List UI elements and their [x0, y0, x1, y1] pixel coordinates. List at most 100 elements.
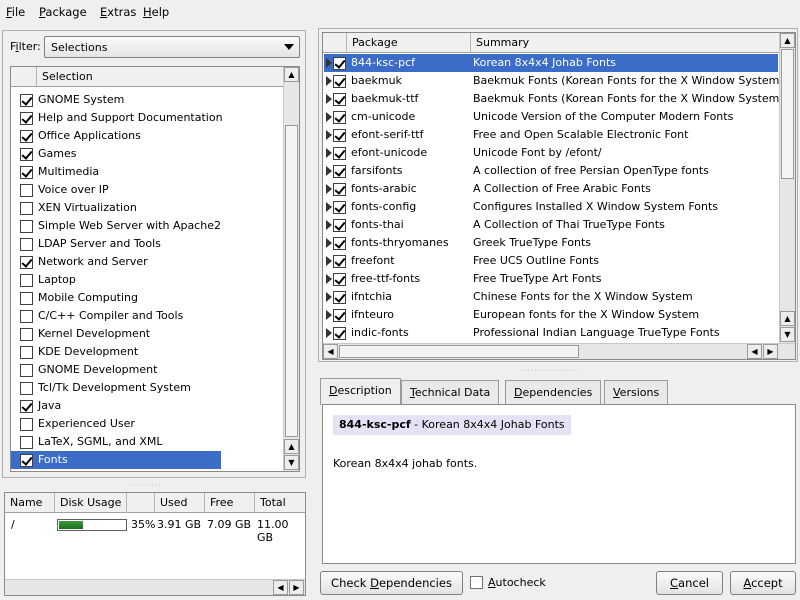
- package-checkbox[interactable]: [333, 129, 346, 142]
- package-checkbox[interactable]: [333, 291, 346, 304]
- check-dependencies-button[interactable]: Check Dependencies: [320, 571, 463, 595]
- selection-item[interactable]: Help and Support Documentation: [11, 109, 281, 127]
- package-column-header[interactable]: Package: [347, 33, 471, 53]
- autocheck-box[interactable]: [470, 576, 483, 589]
- selection-checkbox[interactable]: [20, 274, 33, 287]
- selection-column-header[interactable]: Selection: [37, 67, 283, 87]
- disk-free-header[interactable]: Free: [205, 493, 255, 513]
- selection-item[interactable]: GNOME Development: [11, 361, 281, 379]
- selection-checkbox[interactable]: [20, 310, 33, 323]
- tab-versions[interactable]: Versions: [604, 380, 669, 404]
- package-checkbox[interactable]: [333, 327, 346, 340]
- selection-checkbox[interactable]: [20, 400, 33, 413]
- selection-item[interactable]: Network and Server: [11, 253, 281, 271]
- selection-item[interactable]: LaTeX, SGML, and XML: [11, 433, 281, 451]
- filter-select[interactable]: Selections: [44, 36, 300, 58]
- scroll-down-arrow-icon[interactable]: ▼: [780, 327, 795, 342]
- selection-item[interactable]: LDAP Server and Tools: [11, 235, 281, 253]
- selection-scroll-thumb[interactable]: [285, 125, 298, 437]
- package-row[interactable]: cm-unicode Unicode Version of the Compute…: [324, 108, 778, 126]
- selection-checkbox[interactable]: [20, 328, 33, 341]
- scroll-right-arrow-icon[interactable]: ▶: [289, 580, 304, 595]
- scroll-up-arrow-icon[interactable]: ▲: [284, 67, 299, 82]
- selection-item[interactable]: Tcl/Tk Development System: [11, 379, 281, 397]
- selection-item[interactable]: GNOME System: [11, 91, 281, 109]
- expand-triangle-icon[interactable]: [326, 292, 332, 302]
- package-checkbox[interactable]: [333, 183, 346, 196]
- selection-item[interactable]: Office Applications: [11, 127, 281, 145]
- selection-checkbox[interactable]: [20, 418, 33, 431]
- selection-checkbox[interactable]: [20, 94, 33, 107]
- package-row[interactable]: ifnteuro European fonts for the X Window …: [324, 306, 778, 324]
- package-checkbox[interactable]: [333, 309, 346, 322]
- package-hscrollbar[interactable]: ◀ ◀ ▶: [323, 343, 795, 359]
- package-row[interactable]: freefont Free UCS Outline Fonts: [324, 252, 778, 270]
- package-checkbox[interactable]: [333, 219, 346, 232]
- expand-triangle-icon[interactable]: [326, 76, 332, 86]
- selection-checkbox[interactable]: [20, 184, 33, 197]
- selection-checkbox[interactable]: [20, 346, 33, 359]
- package-row[interactable]: ifntchia Chinese Fonts for the X Window S…: [324, 288, 778, 306]
- expand-triangle-icon[interactable]: [326, 310, 332, 320]
- splitter-grip[interactable]: ·················: [520, 366, 580, 375]
- package-row[interactable]: baekmuk-ttf Baekmuk Fonts (Korean Fonts f…: [324, 90, 779, 108]
- selection-scrollbar[interactable]: ▲ ▲ ▼: [283, 67, 299, 471]
- package-row[interactable]: indic-fonts Professional Indian Language …: [324, 324, 778, 342]
- scroll-left-arrow-icon[interactable]: ◀: [323, 344, 338, 359]
- selection-checkbox[interactable]: [20, 382, 33, 395]
- expand-triangle-icon[interactable]: [326, 112, 332, 122]
- selection-checkbox[interactable]: [20, 364, 33, 377]
- disk-name-header[interactable]: Name: [5, 493, 55, 513]
- package-row[interactable]: fonts-thryomanes Greek TrueType Fonts: [324, 234, 778, 252]
- expand-triangle-icon[interactable]: [326, 274, 332, 284]
- menu-package[interactable]: Package: [39, 5, 87, 19]
- expand-triangle-icon[interactable]: [326, 238, 332, 248]
- scroll-right-arrow-icon[interactable]: ▶: [763, 344, 778, 359]
- selection-item[interactable]: Simple Web Server with Apache2: [11, 217, 281, 235]
- package-checkbox[interactable]: [333, 201, 346, 214]
- tab-description[interactable]: Description: [320, 378, 401, 405]
- selection-checkbox[interactable]: [20, 292, 33, 305]
- scroll-left-arrow-icon[interactable]: ◀: [747, 344, 762, 359]
- package-checkbox[interactable]: [333, 57, 346, 70]
- expand-triangle-icon[interactable]: [326, 148, 332, 158]
- disk-usage-header-cell[interactable]: Disk Usage: [55, 493, 127, 513]
- scroll-down-arrow-icon[interactable]: ▼: [284, 455, 299, 470]
- expand-triangle-icon[interactable]: [326, 256, 332, 266]
- selection-checkbox[interactable]: [20, 454, 33, 467]
- package-vscrollbar[interactable]: ▲ ▲ ▼: [779, 33, 795, 343]
- package-row[interactable]: fonts-arabic A Collection of Free Arabic …: [324, 180, 778, 198]
- selection-item[interactable]: Mobile Computing: [11, 289, 281, 307]
- package-checkbox[interactable]: [333, 273, 346, 286]
- selection-item[interactable]: Fonts: [11, 451, 221, 469]
- package-row[interactable]: fonts-config Configures Installed X Windo…: [324, 198, 778, 216]
- selection-checkbox[interactable]: [20, 238, 33, 251]
- package-checkbox[interactable]: [333, 255, 346, 268]
- package-checkbox[interactable]: [333, 75, 346, 88]
- summary-column-header[interactable]: Summary: [471, 33, 779, 53]
- disk-hscrollbar[interactable]: ◀ ▶: [5, 579, 305, 595]
- disk-total-header[interactable]: Total: [255, 493, 305, 513]
- selection-checkbox[interactable]: [20, 148, 33, 161]
- scroll-up-arrow-icon[interactable]: ▲: [780, 33, 795, 48]
- package-row[interactable]: fonts-thai A Collection of Thai TrueType …: [324, 216, 778, 234]
- expand-triangle-icon[interactable]: [326, 166, 332, 176]
- selection-checkbox[interactable]: [20, 256, 33, 269]
- package-row[interactable]: efont-unicode Unicode Font by /efont/: [324, 144, 778, 162]
- package-checkbox[interactable]: [333, 237, 346, 250]
- selection-checkbox[interactable]: [20, 220, 33, 233]
- expand-triangle-icon[interactable]: [326, 58, 332, 68]
- disk-used-header[interactable]: Used: [155, 493, 205, 513]
- package-hscroll-thumb[interactable]: [339, 345, 579, 358]
- package-checkbox[interactable]: [333, 165, 346, 178]
- selection-item[interactable]: Voice over IP: [11, 181, 281, 199]
- expand-triangle-icon[interactable]: [326, 328, 332, 338]
- splitter-grip[interactable]: ·········: [130, 481, 162, 490]
- menu-extras[interactable]: Extras: [100, 5, 136, 19]
- selection-item[interactable]: Experienced User: [11, 415, 281, 433]
- selection-checkbox[interactable]: [20, 202, 33, 215]
- selection-item[interactable]: Games: [11, 145, 281, 163]
- scroll-down-arrow-icon[interactable]: ▲: [284, 439, 299, 454]
- tab-dependencies[interactable]: Dependencies: [505, 380, 602, 404]
- menu-help[interactable]: Help: [143, 5, 169, 19]
